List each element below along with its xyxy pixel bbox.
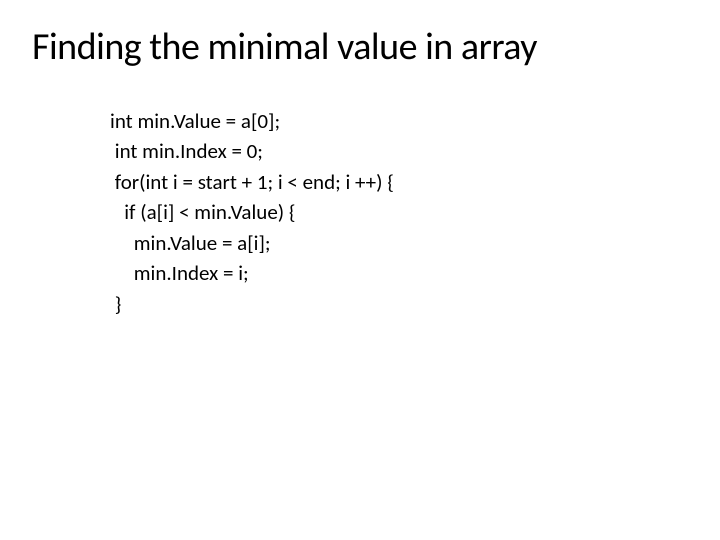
code-line: } [110, 289, 688, 319]
code-block: int min.Value = a[0]; int min.Index = 0;… [32, 106, 688, 319]
slide-title: Finding the minimal value in array [32, 24, 688, 70]
code-line: for(int i = start + 1; i < end; i ++) { [110, 167, 688, 197]
code-line: int min.Index = 0; [110, 136, 688, 166]
code-line: if (a[i] < min.Value) { [110, 197, 688, 227]
code-line: int min.Value = a[0]; [110, 106, 688, 136]
slide-container: Finding the minimal value in array int m… [0, 0, 720, 540]
code-line: min.Value = a[i]; [110, 228, 688, 258]
code-line: min.Index = i; [110, 258, 688, 288]
